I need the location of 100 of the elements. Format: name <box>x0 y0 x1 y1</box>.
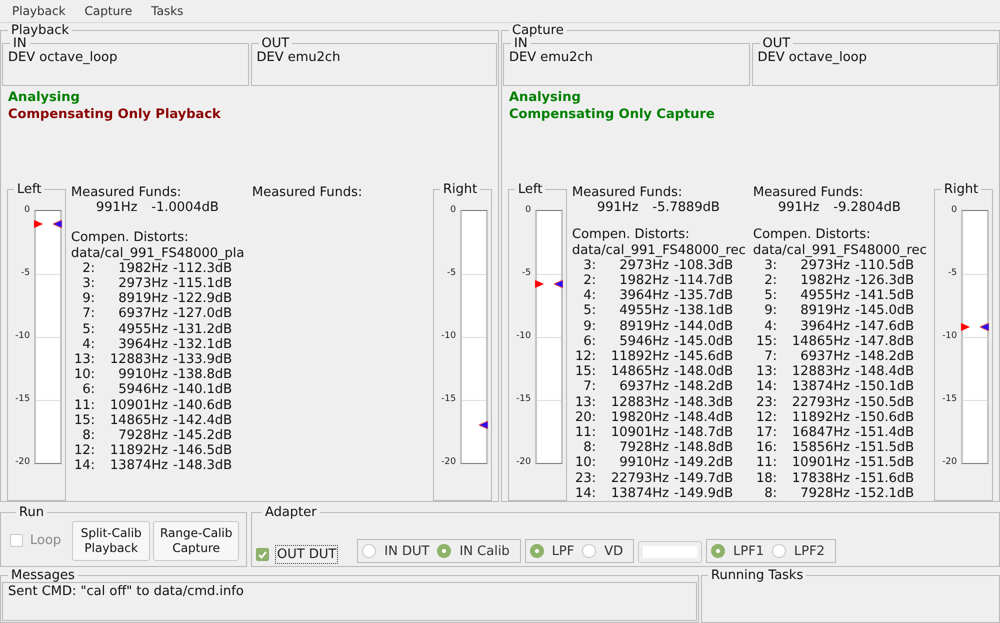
frequency-value: 991Hz <box>778 200 820 216</box>
frequency-value: 9910Hz <box>618 455 669 471</box>
frequency-value: 991Hz <box>96 200 138 216</box>
scale-label: 0 <box>450 205 456 215</box>
harmonic-index: 8: <box>81 428 96 444</box>
frequency-value: 17838Hz <box>791 470 850 486</box>
level-value: -9.2804dB <box>833 200 901 216</box>
level-value: -140.6dB <box>173 398 234 413</box>
harmonic-index: 14: <box>574 486 597 501</box>
frequency-value: 10901Hz <box>791 455 850 471</box>
frequency-value: 19820Hz <box>610 410 669 425</box>
level-value: -147.6dB <box>855 318 916 334</box>
frequency-value: 4955Hz <box>799 288 850 304</box>
checkbox-icon[interactable] <box>256 548 269 561</box>
frequency-value: 22793Hz <box>610 470 669 486</box>
harmonic-index: 6: <box>81 382 96 398</box>
harmonic-index: 3: <box>582 258 597 273</box>
level-value: -1.0004dB <box>151 200 219 216</box>
level-value: -148.2dB <box>855 348 916 364</box>
radio-option[interactable]: VD <box>582 544 624 558</box>
radio-icon[interactable] <box>362 544 376 558</box>
scale-label: -15 <box>516 394 531 404</box>
frequency-value: 5946Hz <box>117 382 168 398</box>
scale-label: -10 <box>441 331 456 341</box>
frequency-value: 10901Hz <box>109 398 168 413</box>
level-value: -133.9dB <box>173 352 234 368</box>
level-value: -147.8dB <box>855 334 916 349</box>
scale-label: -10 <box>942 331 957 341</box>
level-value: -141.5dB <box>855 288 916 304</box>
frequency-value: 991Hz <box>597 200 638 216</box>
section-heading: Measured Funds: <box>71 185 182 200</box>
frequency-value: 22793Hz <box>791 394 850 410</box>
frequency-value: 2973Hz <box>799 258 850 273</box>
level-value: -142.4dB <box>173 412 234 428</box>
level-value: -135.7dB <box>674 288 734 304</box>
radio-option[interactable]: LPF2 <box>772 544 825 558</box>
frequency-value: 9910Hz <box>117 367 168 382</box>
radio-option[interactable]: LPF1 <box>711 544 764 558</box>
harmonic-index: 20: <box>574 410 597 425</box>
harmonic-index: 12: <box>755 410 778 425</box>
level-value: -148.7dB <box>674 424 734 440</box>
frequency-value: 6937Hz <box>618 379 669 395</box>
harmonic-index: 6: <box>582 334 597 349</box>
harmonic-index: 15: <box>574 364 597 380</box>
panel-title: Capture <box>511 24 565 37</box>
section-heading: Measured Funds: <box>252 185 364 200</box>
frequency-value: 8919Hz <box>618 318 669 334</box>
harmonic-index: 13: <box>73 352 96 368</box>
menu-item[interactable]: Playback <box>12 4 66 18</box>
scale-label: 0 <box>24 205 30 215</box>
device-label: IN <box>514 37 528 50</box>
radio-icon[interactable] <box>582 544 596 558</box>
radio-option[interactable]: LPF <box>530 544 574 558</box>
level-value: -144.0dB <box>674 318 734 334</box>
frequency-value: 14865Hz <box>791 334 850 349</box>
level-value: -145.0dB <box>855 303 916 319</box>
harmonic-index: 5: <box>582 303 597 319</box>
radio-icon[interactable] <box>530 544 544 558</box>
level-value: -145.2dB <box>173 428 234 444</box>
out-dut-checkbox[interactable]: OUT DUT <box>256 546 338 563</box>
harmonic-index: 9: <box>582 318 597 334</box>
frequency-value: 13874Hz <box>109 458 168 474</box>
group-title: Running Tasks <box>710 569 804 582</box>
radio-option[interactable]: IN Calib <box>437 544 510 558</box>
frequency-value: 11892Hz <box>610 348 669 364</box>
level-value: -148.3dB <box>173 458 234 474</box>
frequency-value: 6937Hz <box>799 348 850 364</box>
frequency-value: 3964Hz <box>618 288 669 304</box>
group-title: Run <box>18 506 45 519</box>
level-value: -148.3dB <box>674 394 734 410</box>
scale-label: -20 <box>942 457 957 467</box>
scale-label: -10 <box>516 331 531 341</box>
level-value: -5.7889dB <box>652 200 720 216</box>
level-value: -132.1dB <box>173 336 234 352</box>
calibrate-button[interactable]: Range-Calib Capture <box>153 520 240 560</box>
harmonic-index: 10: <box>574 455 597 471</box>
level-value: -131.2dB <box>173 322 234 337</box>
harmonic-index: 3: <box>81 276 96 292</box>
menu-item[interactable]: Capture <box>84 4 132 18</box>
level-value: -148.8dB <box>674 440 734 456</box>
status-text: Analysing <box>508 89 582 106</box>
scale-label: -15 <box>15 394 30 404</box>
section-heading: Measured Funds: <box>753 185 864 200</box>
input-field[interactable] <box>638 541 702 563</box>
status-text: Analysing <box>7 89 81 106</box>
level-value: -148.2dB <box>674 379 734 395</box>
harmonic-index: 18: <box>755 470 778 486</box>
group-title: Adapter <box>264 506 318 519</box>
calibrate-button[interactable]: Split-Calib Playback <box>72 520 150 560</box>
harmonic-index: 11: <box>755 455 778 471</box>
radio-icon[interactable] <box>437 544 452 558</box>
frequency-value: 10901Hz <box>610 424 669 440</box>
radio-option[interactable]: IN DUT <box>362 544 430 558</box>
level-value: -127.0dB <box>173 306 234 322</box>
scale-label: -5 <box>522 268 531 278</box>
radio-icon[interactable] <box>772 544 786 558</box>
harmonic-index: 2: <box>582 272 597 288</box>
menu-item[interactable]: Tasks <box>151 4 184 18</box>
level-value: -151.5dB <box>855 440 916 456</box>
radio-icon[interactable] <box>711 544 726 558</box>
